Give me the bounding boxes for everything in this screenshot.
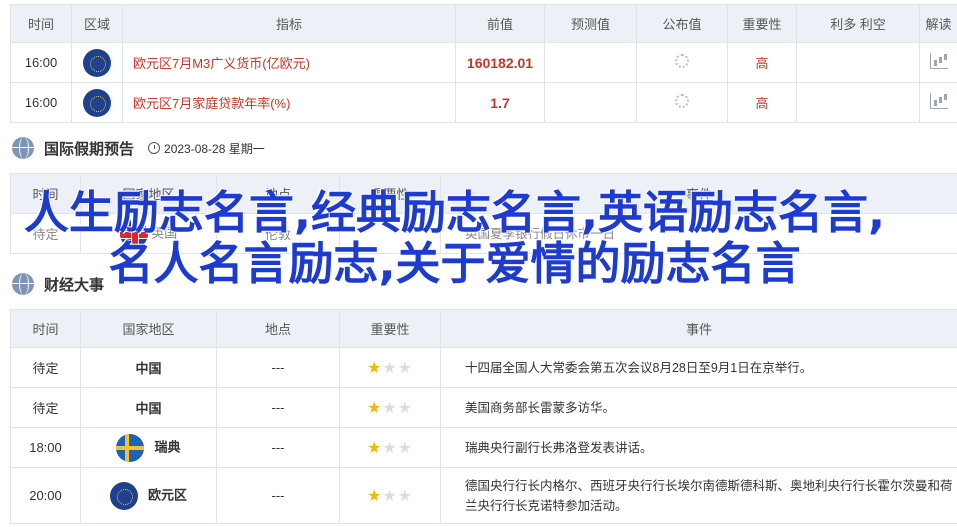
region-cell: 中国 — [80, 387, 217, 428]
importance-stars: ★★★ — [339, 347, 441, 388]
chart-icon[interactable] — [929, 93, 948, 109]
table-row[interactable]: 18:00 瑞典 --- ★★★ 瑞典央行副行长弗洛登发表讲话。 — [10, 427, 957, 468]
col-previous: 前值 — [455, 4, 545, 43]
indicator-table: 时间 区域 指标 前值 预测值 公布值 重要性 利多 利空 解读 16:00 欧… — [10, 4, 957, 123]
col-importance: 重要性 — [339, 309, 441, 348]
table-row[interactable]: 待定 中国 --- ★★★ 美国商务部长雷蒙多访华。 — [10, 387, 957, 428]
place-cell: --- — [216, 467, 340, 524]
eu-flag-icon — [83, 48, 111, 77]
star-rating: ★★★ — [366, 487, 414, 505]
previous-value: 160182.01 — [455, 42, 545, 83]
overlay-headline: 人生励志名言,经典励志名言,英语励志名言,名人名言励志,关于爱情的励志名言 — [23, 186, 886, 290]
place-cell: --- — [216, 347, 340, 388]
region-cell — [71, 82, 123, 123]
star-rating: ★★★ — [366, 439, 414, 457]
time-cell: 待定 — [10, 347, 81, 388]
time-cell: 16:00 — [10, 42, 72, 83]
interpretation-cell[interactable] — [919, 82, 957, 123]
table-row[interactable]: 待定 中国 --- ★★★ 十四届全国人大常委会第五次会议8月28日至9月1日在… — [10, 347, 957, 388]
region-label: 瑞典 — [154, 438, 181, 454]
pending-icon — [675, 54, 689, 68]
region-cell: 欧元区 — [80, 467, 217, 524]
interpretation-cell[interactable] — [919, 42, 957, 83]
section-title: 国际假期预告 — [44, 140, 135, 158]
eu-flag-icon — [83, 88, 111, 117]
col-region: 国家地区 — [80, 309, 217, 348]
place-cell: --- — [216, 387, 340, 428]
sweden-flag-icon — [116, 433, 145, 462]
table-row[interactable]: 16:00 欧元区7月M3广义货币(亿欧元) 160182.01 高 — [10, 42, 957, 83]
globe-icon — [12, 137, 34, 159]
importance-cell: 高 — [727, 42, 797, 83]
section-date: 2023-08-28 星期一 — [164, 141, 265, 156]
region-cell: 中国 — [80, 347, 217, 388]
forecast-cell — [544, 82, 637, 123]
col-bull-bear: 利多 利空 — [796, 4, 920, 43]
chart-icon[interactable] — [929, 53, 948, 69]
col-place: 地点 — [216, 309, 340, 348]
event-cell: 德国央行行长内格尔、西班牙央行行长埃尔南德斯德科斯、奥地利央行行长霍尔茨曼和荷兰… — [440, 467, 957, 524]
events-table-header: 时间 国家地区 地点 重要性 事件 — [10, 309, 957, 348]
col-interpretation: 解读 — [919, 4, 957, 43]
actual-cell — [636, 42, 728, 83]
col-forecast: 预测值 — [544, 4, 637, 43]
col-time: 时间 — [10, 309, 81, 348]
region-cell: 瑞典 — [80, 427, 217, 468]
time-cell: 待定 — [10, 387, 81, 428]
actual-cell — [636, 82, 728, 123]
indicator-link[interactable]: 欧元区7月家庭贷款年率(%) — [122, 82, 456, 123]
star-rating: ★★★ — [366, 399, 414, 417]
importance-stars: ★★★ — [339, 467, 441, 524]
pending-icon — [675, 94, 689, 108]
importance-stars: ★★★ — [339, 427, 441, 468]
table-row[interactable]: 20:00 欧元区 --- ★★★ 德国央行行长内格尔、西班牙央行行长埃尔南德斯… — [10, 467, 957, 524]
col-indicator: 指标 — [122, 4, 456, 43]
time-cell: 18:00 — [10, 427, 81, 468]
holiday-section-header: 国际假期预告 2023-08-28 星期一 — [12, 136, 265, 160]
previous-value: 1.7 — [455, 82, 545, 123]
table-row[interactable]: 16:00 欧元区7月家庭贷款年率(%) 1.7 高 — [10, 82, 957, 123]
event-cell: 美国商务部长雷蒙多访华。 — [440, 387, 957, 428]
col-time: 时间 — [10, 4, 72, 43]
col-importance: 重要性 — [727, 4, 797, 43]
eu-flag-icon — [109, 481, 138, 510]
col-region: 区域 — [71, 4, 123, 43]
indicator-table-header: 时间 区域 指标 前值 预测值 公布值 重要性 利多 利空 解读 — [10, 4, 957, 43]
event-cell: 瑞典央行副行长弗洛登发表讲话。 — [440, 427, 957, 468]
importance-stars: ★★★ — [339, 387, 441, 428]
indicator-link[interactable]: 欧元区7月M3广义货币(亿欧元) — [122, 42, 456, 83]
events-table: 时间 国家地区 地点 重要性 事件 待定 中国 --- ★★★ 十四届全国人大常… — [10, 309, 957, 524]
star-rating: ★★★ — [366, 359, 414, 377]
col-event: 事件 — [440, 309, 957, 348]
place-cell: --- — [216, 427, 340, 468]
time-cell: 20:00 — [10, 467, 81, 524]
importance-cell: 高 — [727, 82, 797, 123]
bull-bear-cell — [796, 42, 920, 83]
event-cell: 十四届全国人大常委会第五次会议8月28日至9月1日在京举行。 — [440, 347, 957, 388]
region-cell — [71, 42, 123, 83]
time-cell: 16:00 — [10, 82, 72, 123]
region-label: 欧元区 — [147, 486, 187, 502]
clock-icon — [148, 142, 161, 154]
forecast-cell — [544, 42, 637, 83]
bull-bear-cell — [796, 82, 920, 123]
col-actual: 公布值 — [636, 4, 728, 43]
